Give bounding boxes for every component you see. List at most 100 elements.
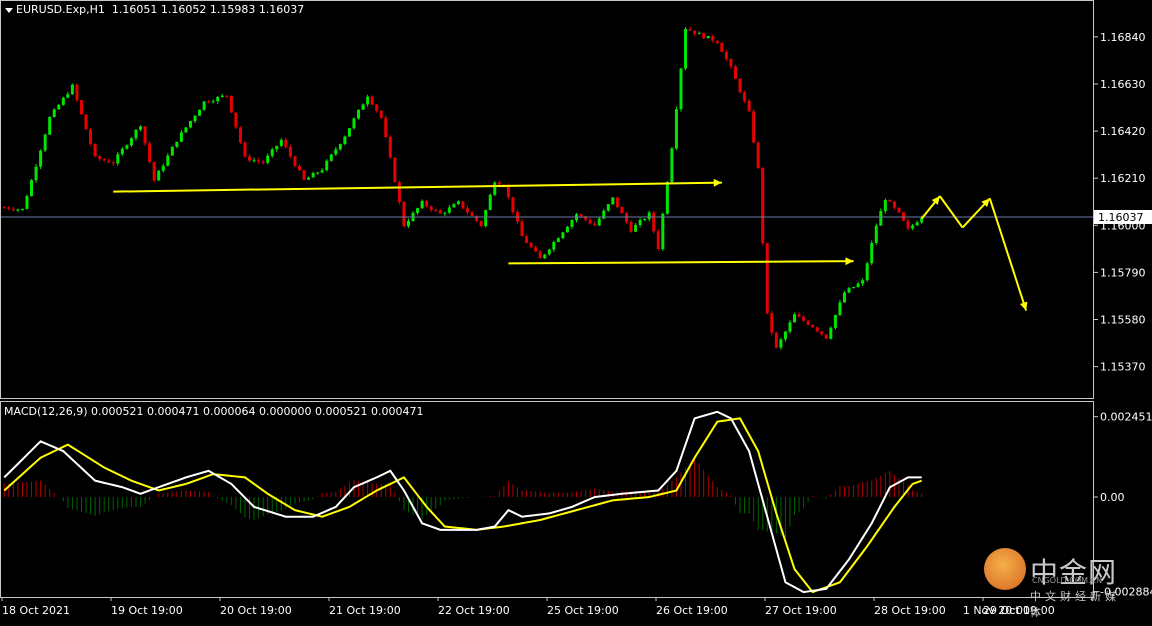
- candle-body: [389, 137, 392, 158]
- candle: [189, 121, 192, 128]
- candle-body: [130, 138, 133, 145]
- collapse-triangle-icon[interactable]: [5, 8, 13, 13]
- candle: [35, 164, 38, 183]
- candle-body: [39, 151, 42, 167]
- candle-body: [911, 225, 914, 228]
- candle-body: [371, 97, 374, 105]
- candle-body: [16, 209, 19, 210]
- macd-header: MACD(12,26,9) 0.000521 0.000471 0.000064…: [4, 405, 423, 418]
- candle-body: [334, 149, 337, 154]
- candle: [897, 207, 900, 213]
- candle: [766, 243, 769, 314]
- candle: [625, 212, 628, 223]
- candle: [153, 162, 156, 183]
- candle-body: [184, 127, 187, 132]
- candle-body: [675, 109, 678, 148]
- candle: [384, 115, 387, 138]
- candle-body: [466, 208, 469, 212]
- candle-body: [348, 128, 351, 136]
- candle-body: [248, 156, 251, 160]
- candle-body: [289, 147, 292, 156]
- candle-body: [521, 222, 524, 237]
- candle-body: [838, 302, 841, 315]
- candle-body: [275, 146, 278, 149]
- candle: [148, 141, 151, 164]
- y-tick-label: 1.15790: [1100, 266, 1146, 279]
- candle: [566, 226, 569, 233]
- candle-body: [162, 166, 165, 171]
- current-price-label: 1.16037: [1098, 211, 1144, 224]
- candle-body: [271, 149, 274, 155]
- candle-body: [507, 187, 510, 198]
- chart-window[interactable]: 1.168401.166301.164201.162101.160001.157…: [0, 0, 1152, 622]
- candle-body: [343, 137, 346, 144]
- candle-body: [752, 111, 755, 142]
- candle: [829, 326, 832, 339]
- candle-body: [866, 263, 869, 280]
- candle: [184, 127, 187, 133]
- candle-body: [57, 105, 60, 110]
- candle-body: [35, 167, 38, 181]
- candle: [811, 324, 814, 327]
- candle-body: [598, 219, 601, 226]
- candle-body: [670, 148, 673, 182]
- candle-body: [112, 162, 115, 163]
- candle-body: [707, 36, 710, 38]
- candle-body: [239, 127, 242, 142]
- chart-canvas[interactable]: 1.168401.166301.164201.162101.160001.157…: [0, 0, 1152, 622]
- candle-body: [180, 132, 183, 141]
- macd-y-tick-label: 0.00: [1100, 491, 1125, 504]
- candle-body: [89, 129, 92, 144]
- candle-body: [452, 204, 455, 207]
- candle: [775, 332, 778, 349]
- candle: [25, 194, 28, 209]
- candle-body: [643, 219, 646, 220]
- candle-body: [194, 116, 197, 121]
- candle-body: [357, 110, 360, 119]
- candle-body: [734, 66, 737, 78]
- candle-body: [593, 223, 596, 225]
- candle-body: [366, 97, 369, 105]
- candle: [230, 96, 233, 114]
- candle-body: [666, 182, 669, 214]
- candle-body: [480, 221, 483, 226]
- candle: [484, 209, 487, 227]
- candle-body: [280, 140, 283, 146]
- candle-body: [679, 69, 682, 110]
- candle: [357, 109, 360, 119]
- candle: [707, 36, 710, 38]
- candle-body: [380, 111, 383, 118]
- candle-body: [407, 221, 410, 226]
- x-tick-label: 27 Oct 19:00: [765, 604, 837, 617]
- candle-body: [352, 118, 355, 128]
- candle: [825, 334, 828, 339]
- candle-body: [652, 212, 655, 231]
- candle-body: [434, 210, 437, 211]
- candle-body: [384, 118, 387, 137]
- candle-body: [425, 201, 428, 206]
- candle-body: [852, 287, 855, 288]
- candle-body: [770, 313, 773, 332]
- candle-body: [616, 197, 619, 207]
- candle-body: [788, 322, 791, 331]
- candle-body: [884, 200, 887, 211]
- candle-body: [561, 232, 564, 238]
- macd-y-tick-label: 0.002451: [1100, 411, 1152, 424]
- y-tick-label: 1.16210: [1100, 172, 1146, 185]
- candle-body: [53, 109, 56, 117]
- candle: [330, 154, 333, 162]
- y-tick-label: 1.16840: [1100, 31, 1146, 44]
- candle-body: [498, 182, 501, 184]
- candle: [611, 197, 614, 205]
- candle-body: [421, 201, 424, 208]
- candle-body: [262, 162, 265, 163]
- candle-body: [802, 317, 805, 321]
- candle-body: [589, 220, 592, 224]
- candle: [393, 157, 396, 182]
- x-tick-label: 20 Oct 19:00: [220, 604, 292, 617]
- candle: [144, 126, 147, 146]
- candle-body: [857, 284, 860, 287]
- candle-body: [443, 213, 446, 214]
- candle-body: [698, 33, 701, 34]
- candle: [89, 128, 92, 146]
